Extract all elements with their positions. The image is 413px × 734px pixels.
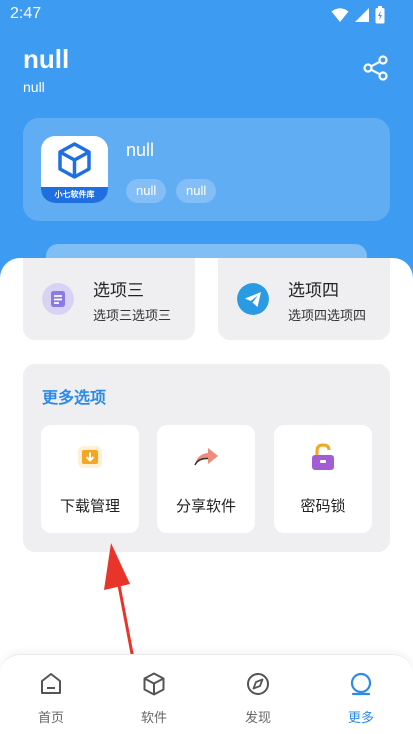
option-card-3[interactable]: 选项三 选项三选项三 [23,258,195,340]
notebook-icon [42,283,74,315]
app-name: null [126,140,155,160]
download-manager-button[interactable]: 下载管理 [41,425,139,533]
bottom-navigation: 首页 软件 发现 更多 [0,654,413,734]
password-lock-button[interactable]: 密码锁 [274,425,372,533]
tool-label: 密码锁 [300,497,346,515]
app-tag: null [176,179,217,203]
status-bar: 2:47 [0,0,413,30]
app-info-card[interactable]: 小七软件库 null null null [23,118,390,221]
more-options-title: 更多选项 [42,388,107,407]
home-icon [41,673,61,694]
more-options-panel: 更多选项 下载管理 分享软件 密码锁 [23,364,390,552]
app-logo-text: 小七软件库 [41,187,108,203]
option-card-4[interactable]: 选项四 选项四选项四 [218,258,390,340]
option-title: 选项三 [93,281,144,301]
cube-logo-icon [58,142,91,179]
nav-label: 软件 [140,711,167,726]
option-subtitle: 选项四选项四 [288,309,367,324]
nav-label: 发现 [244,711,271,726]
compass-icon [247,673,269,695]
download-folder-icon [78,446,102,468]
wifi-icon [331,8,349,22]
status-icons [331,6,385,24]
page-title: null [23,44,70,74]
paper-plane-icon [237,283,269,315]
more-icon [350,672,372,696]
app-tag: null [126,179,167,203]
tool-label: 下载管理 [59,497,120,515]
cube-icon [143,672,165,696]
nav-item-software[interactable]: 软件 [114,655,194,734]
unlocked-padlock-icon [312,443,334,470]
annotation-arrow [104,543,136,665]
nav-item-discover[interactable]: 发现 [218,655,298,734]
nav-label: 首页 [37,711,64,726]
battery-icon [375,6,385,24]
tool-label: 分享软件 [175,497,236,515]
app-logo: 小七软件库 [41,136,108,203]
nav-item-more[interactable]: 更多 [321,655,401,734]
option-title: 选项四 [288,281,339,301]
option-subtitle: 选项三选项三 [93,309,172,324]
status-time: 2:47 [10,5,42,22]
signal-icon [355,8,369,22]
share-app-button[interactable]: 分享软件 [157,425,255,533]
page-subtitle: null [23,79,45,95]
share-arrow-icon [194,448,218,466]
nav-label: 更多 [347,711,374,726]
share-icon[interactable] [362,54,390,82]
nav-item-home[interactable]: 首页 [11,655,91,734]
